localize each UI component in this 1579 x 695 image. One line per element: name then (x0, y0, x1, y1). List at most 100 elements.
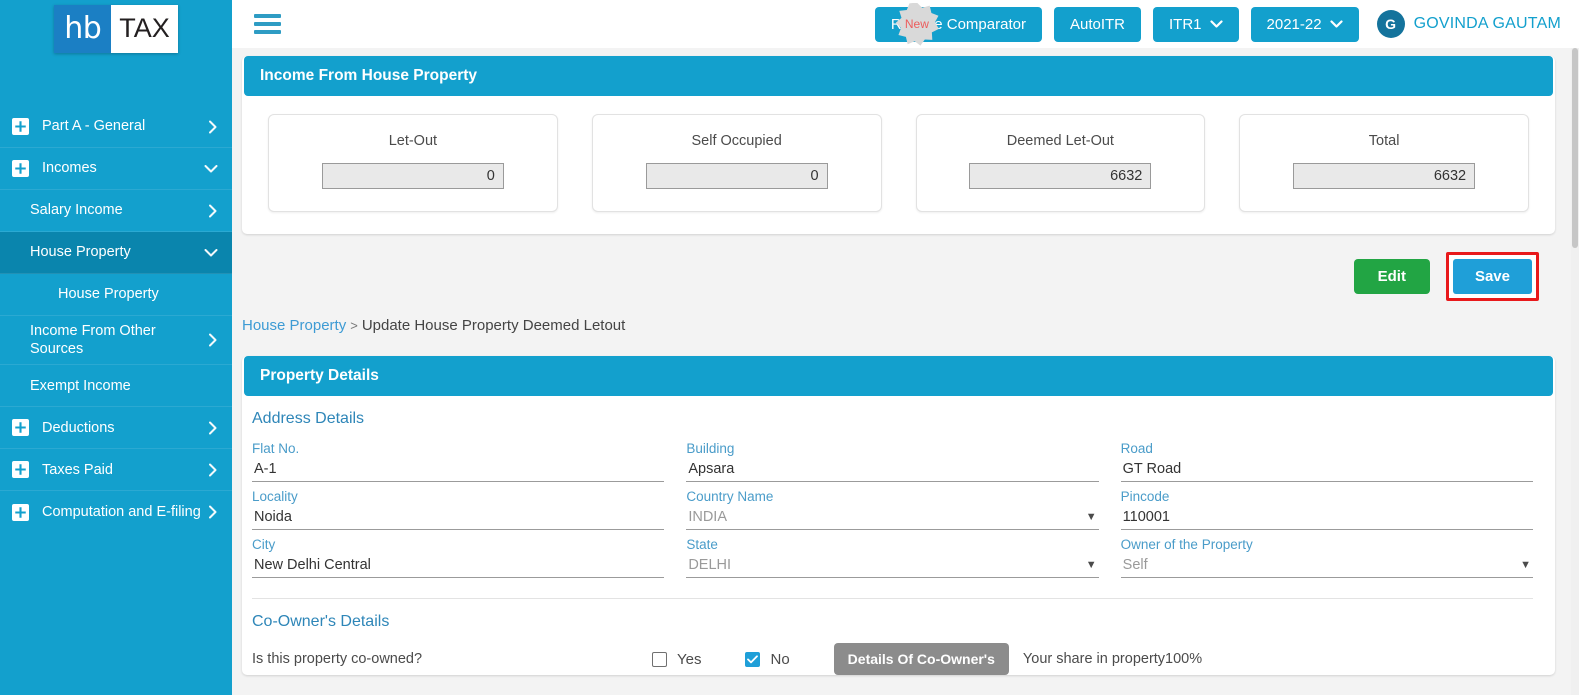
field-state: State DELHI ▼ (686, 530, 1099, 578)
chevron-right-icon (208, 421, 218, 435)
sidebar-item-salary-income[interactable]: Salary Income (0, 190, 232, 232)
city-input[interactable]: New Delhi Central (252, 555, 665, 578)
field-building: Building Apsara (686, 434, 1099, 482)
co-owner-question-label: Is this property co-owned? (252, 651, 423, 667)
field-value: New Delhi Central (254, 556, 371, 573)
scrollbar-track[interactable] (1571, 48, 1579, 695)
sidebar-item-incomes[interactable]: Incomes (0, 148, 232, 190)
field-locality: Locality Noida (252, 482, 665, 530)
chevron-down-icon: ▼ (1520, 558, 1531, 571)
co-owned-no-option[interactable]: No (745, 651, 805, 668)
checkbox-yes-label: Yes (677, 650, 702, 668)
income-from-house-property-panel: Income From House Property Let-Out Self … (242, 56, 1555, 234)
sidebar-item-exempt-income[interactable]: Exempt Income (0, 365, 232, 408)
owner-of-property-select[interactable]: Self ▼ (1120, 555, 1533, 578)
self-occupied-amount-input[interactable] (645, 163, 828, 189)
sidebar-item-label: House Property (30, 244, 131, 261)
chevron-down-icon (1209, 17, 1223, 32)
breadcrumb-link-house-property[interactable]: House Property (242, 317, 346, 334)
app-logo[interactable]: hb TAX (0, 0, 232, 56)
field-value: DELHI (688, 556, 732, 573)
share-in-property-text: Your share in property100% (1022, 651, 1203, 667)
save-button-highlight: Save (1445, 252, 1539, 301)
chevron-right-icon (208, 120, 218, 134)
sidebar-item-label: Taxes Paid (42, 461, 113, 478)
content-scroll-area: Income From House Property Let-Out Self … (232, 48, 1579, 695)
co-owned-yes-option[interactable]: Yes (652, 651, 717, 668)
auto-itr-button[interactable]: AutoITR (1053, 6, 1141, 42)
field-label: Country Name (686, 489, 774, 504)
property-form-body: Address Details Flat No. A-1 Building Ap… (242, 396, 1555, 675)
deemed-let-out-amount-input[interactable] (969, 163, 1152, 189)
breadcrumb: House Property > Update House Property Dee… (232, 307, 1579, 348)
income-panel-title: Income From House Property (244, 56, 1553, 96)
income-cards-row: Let-Out Self Occupied Deemed Let-Out Tot… (242, 96, 1555, 234)
sidebar-item-part-a-general[interactable]: Part A - General (0, 106, 232, 148)
locality-input[interactable]: Noida (252, 507, 665, 530)
main-area: New Regime Comparator AutoITR ITR1 2021-… (232, 0, 1579, 695)
plus-icon (12, 118, 29, 135)
field-label: State (686, 537, 718, 552)
country-name-select[interactable]: INDIA ▼ (686, 507, 1099, 530)
field-owner-of-the-property: Owner of the Property Self ▼ (1120, 530, 1533, 578)
user-name-label: GOVINDA GAUTAM (1413, 15, 1561, 32)
address-details-title: Address Details (252, 410, 365, 427)
chevron-right-icon (208, 505, 218, 519)
flat-no-input[interactable]: A-1 (252, 459, 665, 482)
assessment-year-value: 2021-22 (1266, 15, 1322, 33)
building-input[interactable]: Apsara (686, 459, 1099, 482)
field-country-name: Country Name INDIA ▼ (686, 482, 1099, 530)
field-label: Locality (252, 489, 298, 504)
road-input[interactable]: GT Road (1120, 459, 1533, 482)
let-out-amount-input[interactable] (321, 163, 504, 189)
assessment-year-dropdown[interactable]: 2021-22 (1250, 6, 1359, 42)
user-menu[interactable]: G GOVINDA GAUTAM (1376, 10, 1565, 38)
details-of-co-owners-button[interactable]: Details Of Co-Owner's (833, 643, 1009, 675)
chevron-right-icon (208, 204, 218, 218)
sidebar-item-income-from-other-sources[interactable]: Income From Other Sources (0, 316, 232, 366)
pincode-input[interactable]: 110001 (1120, 507, 1533, 530)
sidebar-item-deductions[interactable]: Deductions (0, 407, 232, 450)
chevron-right-icon (208, 333, 218, 347)
income-card-label: Let-Out (388, 133, 438, 149)
hamburger-icon[interactable] (254, 12, 281, 36)
total-amount-input[interactable] (1293, 163, 1476, 189)
checkbox-no[interactable] (745, 651, 761, 667)
chevron-down-icon: ▼ (1085, 510, 1097, 523)
field-label: Flat No. (252, 441, 300, 456)
field-label: Owner of the Property (1120, 537, 1253, 552)
sidebar-nav: Part A - General Incomes Salary Income H… (0, 106, 232, 533)
plus-icon (12, 160, 29, 177)
state-select[interactable]: DELHI ▼ (686, 555, 1099, 578)
sidebar-item-label: Income From Other Sources (30, 323, 156, 358)
edit-button[interactable]: Edit (1353, 259, 1430, 294)
property-details-panel: Property Details Address Details Flat No… (242, 356, 1555, 675)
income-card-total: Total (1239, 114, 1529, 212)
save-button[interactable]: Save (1452, 259, 1532, 294)
sidebar-item-label: Salary Income (30, 202, 123, 219)
sidebar-item-computation-and-e-filing[interactable]: Computation and E-filing (0, 491, 232, 533)
plus-icon (12, 419, 29, 437)
itr-form-dropdown[interactable]: ITR1 (1153, 6, 1239, 42)
co-owner-question-row: Is this property co-owned? Yes No Detail… (252, 643, 1533, 675)
scrollbar-thumb[interactable] (1572, 48, 1578, 248)
field-value: Self (1122, 556, 1148, 573)
checkbox-no-label: No (770, 650, 790, 668)
field-road: Road GT Road (1120, 434, 1533, 482)
field-pincode: Pincode 110001 (1120, 482, 1533, 530)
income-card-deemed-let-out: Deemed Let-Out (915, 114, 1206, 212)
chevron-down-icon (204, 164, 218, 174)
sidebar-item-house-property-child[interactable]: House Property (0, 274, 232, 316)
sidebar-item-label: Incomes (42, 160, 97, 177)
field-flat-no: Flat No. A-1 (252, 434, 665, 482)
top-actions: New Regime Comparator AutoITR ITR1 2021-… (874, 2, 1565, 46)
field-city: City New Delhi Central (252, 530, 665, 578)
avatar: G (1376, 10, 1405, 38)
breadcrumb-separator: > (350, 318, 358, 333)
checkbox-yes[interactable] (652, 651, 667, 667)
chevron-right-icon (208, 463, 218, 477)
income-card-self-occupied: Self Occupied (591, 114, 882, 212)
action-row: Edit Save (232, 234, 1569, 307)
sidebar-item-house-property[interactable]: House Property (0, 232, 232, 274)
sidebar-item-taxes-paid[interactable]: Taxes Paid (0, 449, 232, 492)
